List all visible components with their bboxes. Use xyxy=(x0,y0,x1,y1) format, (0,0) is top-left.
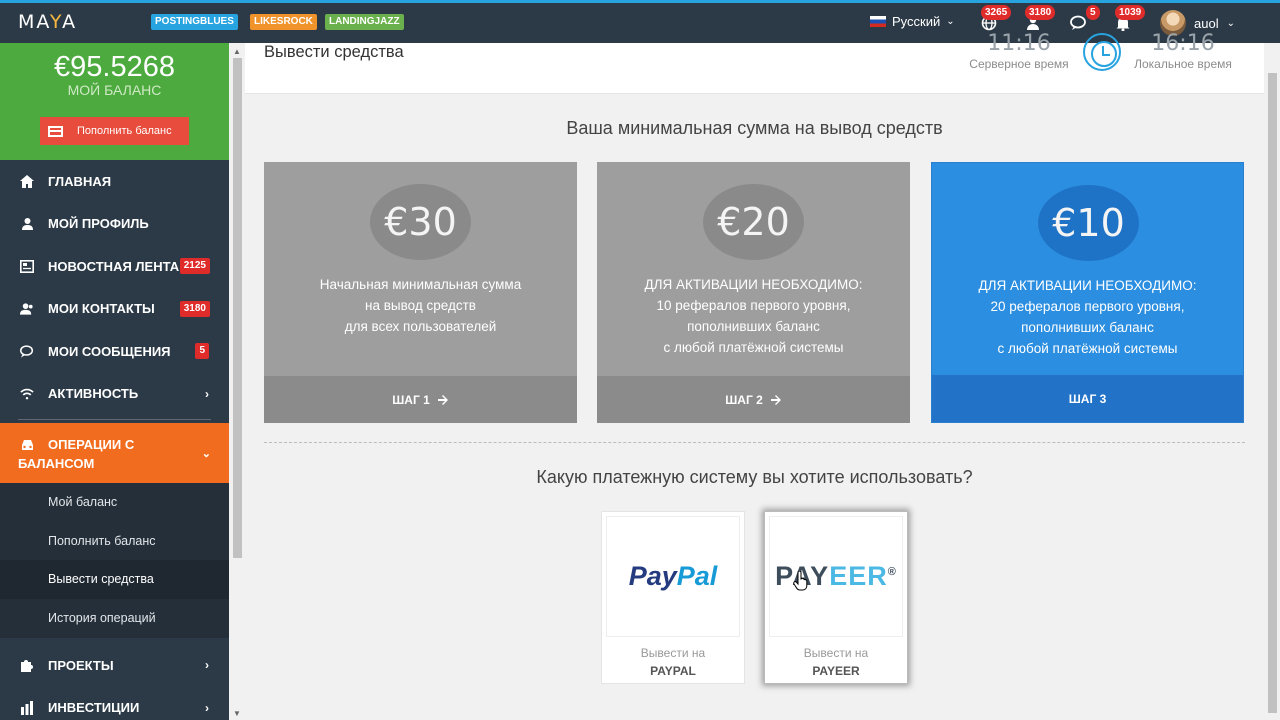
step-card-3[interactable]: €10 ДЛЯ АКТИВАЦИИ НЕОБХОДИМО: 20 реферал… xyxy=(931,162,1244,423)
sidebar-item-profile[interactable]: МОЙ ПРОФИЛЬ xyxy=(0,203,229,246)
chevron-right-icon: › xyxy=(205,658,209,672)
maya-logo[interactable]: MAYA xyxy=(18,11,77,33)
payeer-logo: PAYEER® xyxy=(769,516,903,637)
sidebar-scroll-thumb[interactable] xyxy=(233,58,242,558)
sidebar-item-balance-operations[interactable]: ОПЕРАЦИИ С БАЛАНСОМ ⌄ xyxy=(0,423,229,483)
card-description: ДЛЯ АКТИВАЦИИ НЕОБХОДИМО: 10 рефералов п… xyxy=(644,277,863,355)
sidebar-divider xyxy=(18,419,211,420)
hand-cursor-icon xyxy=(793,571,808,591)
paypal-logo: PayPal xyxy=(606,516,740,637)
sidebar-item-messages[interactable]: МОИ СООБЩЕНИЯ 5 xyxy=(0,330,229,373)
chevron-down-icon: ⌄ xyxy=(201,448,211,460)
notifications-badge: 1039 xyxy=(1115,5,1146,20)
contacts-badge: 3180 xyxy=(1025,5,1056,20)
sidebar-submenu: Мой баланс Пополнить баланс Вывести сред… xyxy=(0,483,229,638)
paypal-caption: Вывести на PAYPAL xyxy=(640,646,706,678)
chat-icon xyxy=(20,344,34,358)
arrow-right-icon xyxy=(770,394,781,405)
payeer-option[interactable]: PAYEER® Вывести на PAYEER xyxy=(764,511,908,684)
card-description: ДЛЯ АКТИВАЦИИ НЕОБХОДИМО: 20 рефералов п… xyxy=(978,278,1197,356)
username: auol xyxy=(1194,15,1219,31)
paypal-option[interactable]: PayPal Вывести на PAYPAL xyxy=(601,511,745,684)
sidebar: €95.5268 МОЙ БАЛАНС Пополнить баланс ГЛА… xyxy=(0,43,229,720)
chevron-down-icon: ⌄ xyxy=(946,16,955,27)
news-icon xyxy=(20,259,34,273)
amount-circle: €10 xyxy=(1038,185,1139,261)
car-icon xyxy=(20,437,35,456)
payment-heading: Какую платежную систему вы хотите исполь… xyxy=(536,467,973,487)
credit-card-icon xyxy=(48,125,63,137)
arrow-right-icon xyxy=(437,394,448,405)
submenu-withdraw[interactable]: Вывести средства xyxy=(0,560,229,600)
contacts-badge: 3180 xyxy=(179,300,210,317)
submenu-my-balance[interactable]: Мой баланс xyxy=(0,483,229,522)
step-card-2[interactable]: €20 ДЛЯ АКТИВАЦИИ НЕОБХОДИМО: 10 реферал… xyxy=(597,162,910,423)
scroll-up-icon[interactable]: ▲ xyxy=(233,47,241,56)
page-scroll-thumb[interactable] xyxy=(1268,73,1277,713)
sidebar-item-contacts[interactable]: МОИ КОНТАКТЫ 3180 xyxy=(0,288,229,331)
section-divider xyxy=(264,442,1245,443)
card-description: Начальная минимальная сумма на вывод сре… xyxy=(319,277,522,334)
step-button-1[interactable]: ШАГ 1 xyxy=(264,376,577,423)
chat-icon xyxy=(1070,15,1086,30)
chevron-right-icon: › xyxy=(205,700,209,715)
payeer-caption: Вывести на PAYEER xyxy=(803,646,869,678)
server-time: 11:16 Серверное время xyxy=(969,31,1069,71)
submenu-topup[interactable]: Пополнить баланс xyxy=(0,522,229,561)
wifi-icon xyxy=(20,387,34,401)
globe-badge: 3265 xyxy=(981,5,1012,20)
contacts-icon xyxy=(20,302,34,316)
tag-postingblues[interactable]: POSTINGBLUES xyxy=(151,14,238,30)
local-time: 16:16 Локальное время xyxy=(1134,31,1232,71)
submenu-history[interactable]: История операций xyxy=(0,599,229,638)
sidebar-item-activity[interactable]: АКТИВНОСТЬ › xyxy=(0,373,229,416)
min-amount-heading: Ваша минимальная сумма на вывод средств xyxy=(566,118,943,138)
balance-panel: €95.5268 МОЙ БАЛАНС Пополнить баланс xyxy=(0,43,229,160)
chevron-down-icon: ⌄ xyxy=(1226,17,1235,29)
news-badge: 2125 xyxy=(179,258,210,275)
language-selector[interactable]: Русский ⌄ xyxy=(870,14,955,29)
tag-likesrock[interactable]: LIKESROCK xyxy=(250,14,317,30)
messages-badge: 5 xyxy=(195,343,209,360)
balance-label: МОЙ БАЛАНС xyxy=(67,82,162,98)
balance-amount: €95.5268 xyxy=(54,51,175,83)
page-title: Вывести средства xyxy=(264,43,404,61)
sidebar-item-home[interactable]: ГЛАВНАЯ xyxy=(0,160,229,203)
step-card-1[interactable]: €30 Начальная минимальная сумма на вывод… xyxy=(264,162,577,423)
home-icon xyxy=(20,174,34,188)
sidebar-item-investments[interactable]: ИНВЕСТИЦИИ › xyxy=(0,686,229,720)
chevron-right-icon: › xyxy=(205,386,209,401)
invest-icon xyxy=(20,700,34,715)
amount-circle: €20 xyxy=(703,184,804,260)
top-bar: MAYA POSTINGBLUES LIKESROCK LANDINGJAZZ … xyxy=(0,0,1280,43)
messages-badge: 5 xyxy=(1086,5,1100,20)
page-header: Вывести средства 11:16 Серверное время 1… xyxy=(245,31,1264,94)
amount-circle: €30 xyxy=(370,184,471,260)
sidebar-item-news[interactable]: НОВОСТНАЯ ЛЕНТА 2125 xyxy=(0,245,229,288)
topup-balance-button[interactable]: Пополнить баланс xyxy=(40,117,189,145)
step-button-3[interactable]: ШАГ 3 xyxy=(932,375,1243,422)
sidebar-scrollbar[interactable]: ▲ ▼ xyxy=(229,43,245,720)
step-button-2[interactable]: ШАГ 2 xyxy=(597,376,910,423)
user-icon xyxy=(20,217,34,231)
clock-icon xyxy=(1083,33,1121,71)
page-scrollbar[interactable] xyxy=(1264,43,1280,720)
puzzle-icon xyxy=(20,658,34,672)
tag-landingjazz[interactable]: LANDINGJAZZ xyxy=(325,14,404,30)
russia-flag-icon xyxy=(870,16,886,27)
sidebar-item-projects[interactable]: ПРОЕКТЫ › xyxy=(0,644,229,687)
messages-button[interactable]: 5 xyxy=(1070,5,1100,33)
scroll-down-icon[interactable]: ▼ xyxy=(233,709,241,718)
